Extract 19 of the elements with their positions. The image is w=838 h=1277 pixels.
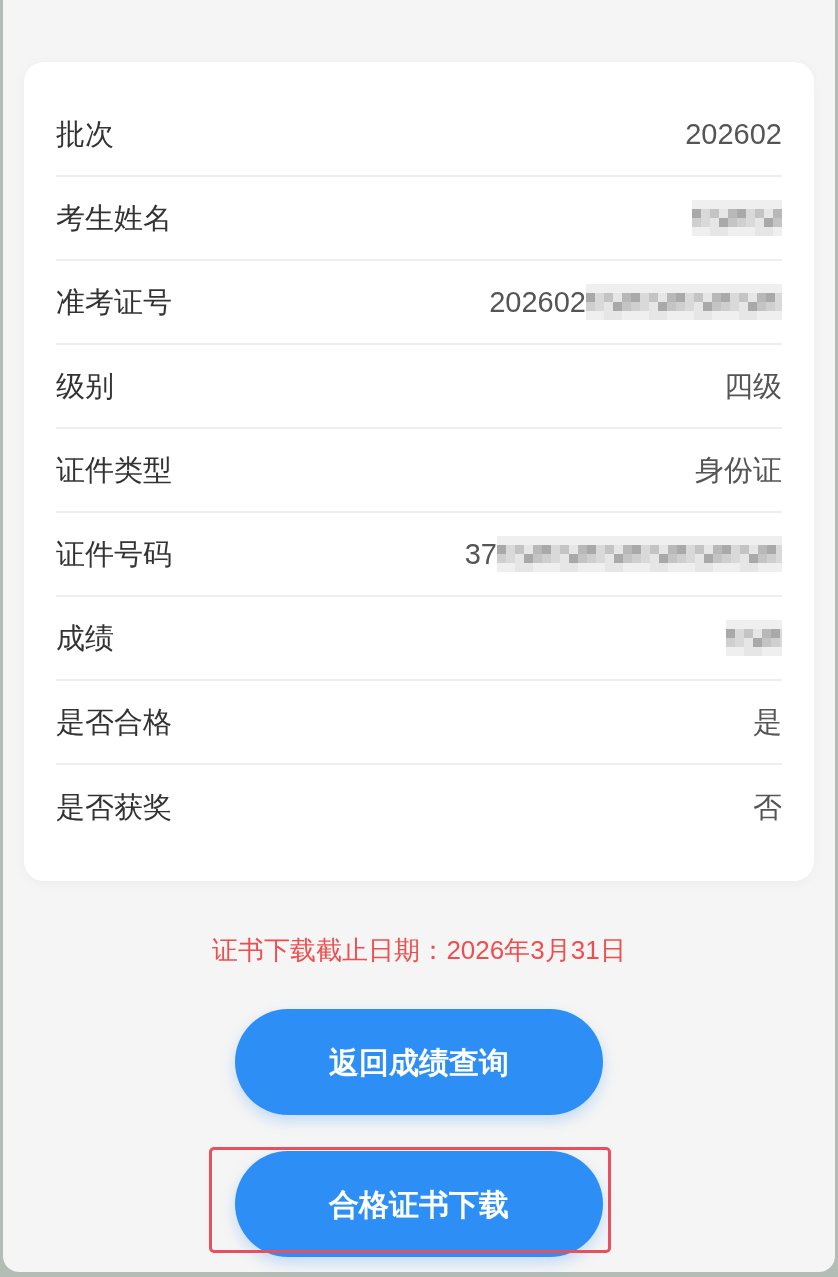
field-label: 批次 <box>56 116 114 152</box>
field-label: 考生姓名 <box>56 200 172 236</box>
back-button[interactable]: 返回成绩查询 <box>235 1009 603 1116</box>
field-value: 202602 <box>685 116 782 152</box>
field-label: 证件号码 <box>56 536 172 572</box>
deadline-notice: 证书下载截止日期：2026年3月31日 <box>212 935 626 967</box>
field-value: 202602 <box>489 284 586 320</box>
field-label: 准考证号 <box>56 284 172 320</box>
field-value: 是 <box>753 704 782 740</box>
field-label: 证件类型 <box>56 452 172 488</box>
download-button[interactable]: 合格证书下载 <box>235 1151 603 1258</box>
field-label: 是否获奖 <box>56 789 172 825</box>
field-value: 四级 <box>724 368 782 404</box>
field-label: 成绩 <box>56 620 114 656</box>
field-value: 否 <box>753 789 782 825</box>
field-value: 37 <box>464 536 497 572</box>
field-value: 身份证 <box>695 452 782 488</box>
field-label: 级别 <box>56 368 114 404</box>
field-label: 是否合格 <box>56 704 172 740</box>
